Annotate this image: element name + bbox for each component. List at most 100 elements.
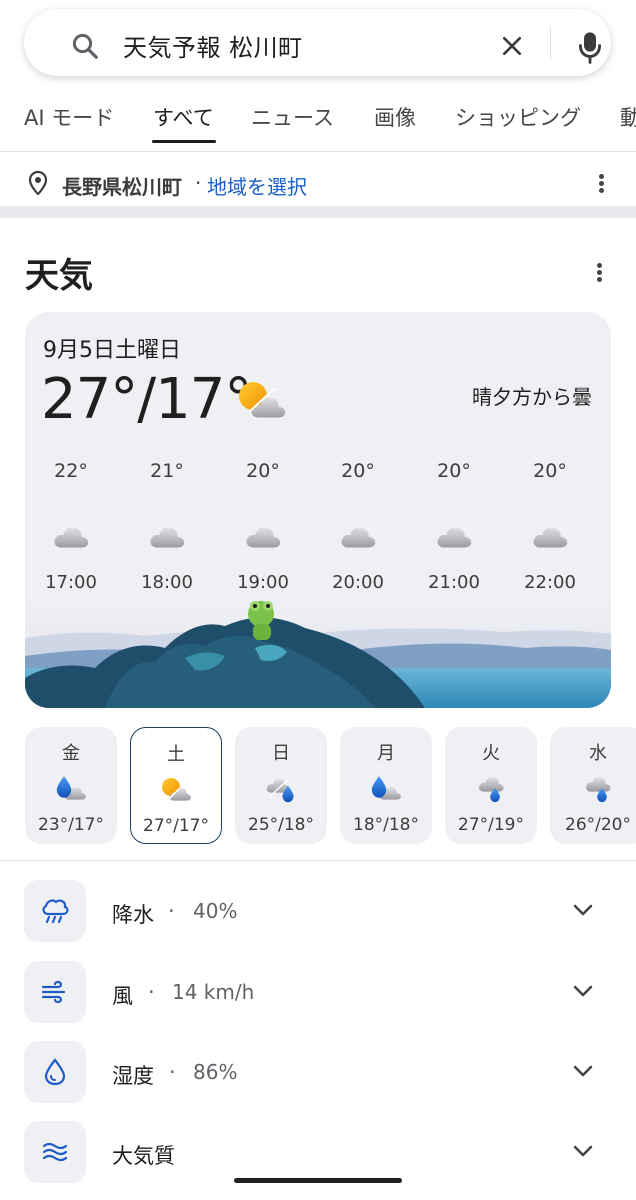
location-separator: · xyxy=(195,171,202,195)
sun-cloud-icon xyxy=(131,774,221,806)
search-divider xyxy=(550,27,551,59)
daily-temps: 18°/18° xyxy=(353,815,419,835)
rain-cloud-icon xyxy=(25,773,117,805)
hourly-temp: 20° xyxy=(246,460,280,482)
air-quality-icon xyxy=(24,1121,86,1183)
daily-temps: 27°/17° xyxy=(143,816,209,836)
search-input[interactable]: 天気予報 松川町 xyxy=(123,28,303,63)
humidity-icon xyxy=(24,1041,86,1103)
daily-item[interactable]: 火 27°/19° xyxy=(445,727,537,844)
search-icon[interactable] xyxy=(70,31,100,65)
cloud-icon xyxy=(424,524,484,558)
daily-day: 水 xyxy=(589,743,607,764)
chevron-down-icon[interactable] xyxy=(572,983,594,1003)
search-tabs: AI モード すべて ニュース 画像 ショッピング 動 xyxy=(0,96,636,152)
hourly-item: 20° 20:00 xyxy=(328,460,388,593)
tab-videos[interactable]: 動 xyxy=(620,102,636,132)
hourly-time: 22:00 xyxy=(524,572,576,593)
location-row: 長野県松川町 · 地域を選択 xyxy=(0,152,636,206)
daily-item[interactable]: 日 25°/18° xyxy=(235,727,327,844)
wind-icon xyxy=(24,961,86,1023)
daily-item-selected[interactable]: 土 27°/17° xyxy=(130,727,222,844)
clear-icon[interactable] xyxy=(501,35,523,61)
tab-shopping[interactable]: ショッピング xyxy=(455,102,581,132)
location-name: 長野県松川町 xyxy=(62,175,182,199)
hourly-item: 20° 21:00 xyxy=(424,460,484,593)
hourly-item: 22° 17:00 xyxy=(41,460,101,593)
tab-all[interactable]: すべて xyxy=(153,102,214,132)
cloud-rain-icon xyxy=(235,773,327,805)
choose-region-link[interactable]: 地域を選択 xyxy=(207,171,307,200)
hourly-item: 20° 22:00 xyxy=(520,460,580,593)
microphone-icon[interactable] xyxy=(578,31,602,69)
precipitation-value: 40% xyxy=(193,899,238,923)
weather-temperature: 27°/17° xyxy=(41,367,252,432)
hourly-time: 18:00 xyxy=(141,572,193,593)
chevron-down-icon[interactable] xyxy=(572,1063,594,1083)
hourly-temp: 20° xyxy=(437,460,471,482)
daily-day: 日 xyxy=(272,743,290,764)
metric-separator: · xyxy=(169,1060,176,1084)
divider xyxy=(0,860,636,861)
tab-images[interactable]: 画像 xyxy=(374,102,416,132)
daily-item[interactable]: 月 18°/18° xyxy=(340,727,432,844)
precipitation-row[interactable]: 降水 · 40% xyxy=(0,880,636,944)
tab-news[interactable]: ニュース xyxy=(251,102,334,132)
daily-temps: 26°/20° xyxy=(565,815,631,835)
daily-temps: 27°/19° xyxy=(458,815,524,835)
daily-day: 土 xyxy=(167,744,185,765)
humidity-value: 86% xyxy=(193,1060,238,1084)
tab-ai-mode[interactable]: AI モード xyxy=(24,102,114,132)
cloud-icon xyxy=(233,524,293,558)
chevron-down-icon[interactable] xyxy=(572,902,594,922)
metric-separator: · xyxy=(168,899,175,923)
hourly-time: 21:00 xyxy=(428,572,480,593)
rain-icon xyxy=(24,880,86,942)
daily-temps: 23°/17° xyxy=(38,815,104,835)
daily-item[interactable]: 金 23°/17° xyxy=(25,727,117,844)
sun-cloud-icon xyxy=(235,378,289,426)
hourly-temp: 22° xyxy=(54,460,88,482)
weather-date: 9月5日土曜日 xyxy=(43,338,181,363)
hourly-temp: 20° xyxy=(533,460,567,482)
hourly-time: 20:00 xyxy=(332,572,384,593)
cloud-icon xyxy=(328,524,388,558)
cloud-icon xyxy=(137,524,197,558)
weather-card: 9月5日土曜日 27°/17° 晴夕方から曇 22° 17:00 21° 18:… xyxy=(25,312,611,708)
weather-condition: 晴夕方から曇 xyxy=(472,385,592,409)
search-bar[interactable]: 天気予報 松川町 xyxy=(24,9,611,76)
hourly-time: 17:00 xyxy=(45,572,97,593)
cloud-icon xyxy=(41,524,101,558)
hourly-temp: 21° xyxy=(150,460,184,482)
home-indicator[interactable] xyxy=(234,1178,402,1183)
wind-label: 風 xyxy=(112,984,133,1008)
daily-item[interactable]: 水 26°/20° xyxy=(550,727,636,844)
wind-row[interactable]: 風 · 14 km/h xyxy=(0,961,636,1025)
daily-day: 火 xyxy=(482,743,500,764)
humidity-row[interactable]: 湿度 · 86% xyxy=(0,1041,636,1105)
daily-day: 月 xyxy=(377,743,395,764)
cloud-drop-icon xyxy=(445,773,537,805)
weather-title: 天気 xyxy=(25,256,93,296)
rain-cloud-icon xyxy=(340,773,432,805)
cloud-drop-icon xyxy=(550,773,636,805)
section-divider xyxy=(0,206,636,218)
wind-value: 14 km/h xyxy=(172,980,255,1004)
metric-separator: · xyxy=(148,980,155,1004)
hourly-item: 20° 19:00 xyxy=(233,460,293,593)
humidity-label: 湿度 xyxy=(112,1064,154,1088)
hourly-item: 21° 18:00 xyxy=(137,460,197,593)
location-pin-icon xyxy=(28,170,48,200)
hourly-time: 19:00 xyxy=(237,572,289,593)
daily-day: 金 xyxy=(62,743,80,764)
location-more-icon[interactable] xyxy=(599,172,604,195)
landscape-illustration xyxy=(25,598,611,708)
active-tab-indicator xyxy=(152,140,216,143)
hourly-temp: 20° xyxy=(341,460,375,482)
air-quality-row[interactable]: 大気質 xyxy=(0,1121,636,1185)
chevron-down-icon[interactable] xyxy=(572,1143,594,1163)
daily-temps: 25°/18° xyxy=(248,815,314,835)
weather-more-icon[interactable] xyxy=(597,261,602,284)
cloud-icon xyxy=(520,524,580,558)
air-quality-label: 大気質 xyxy=(112,1144,175,1168)
